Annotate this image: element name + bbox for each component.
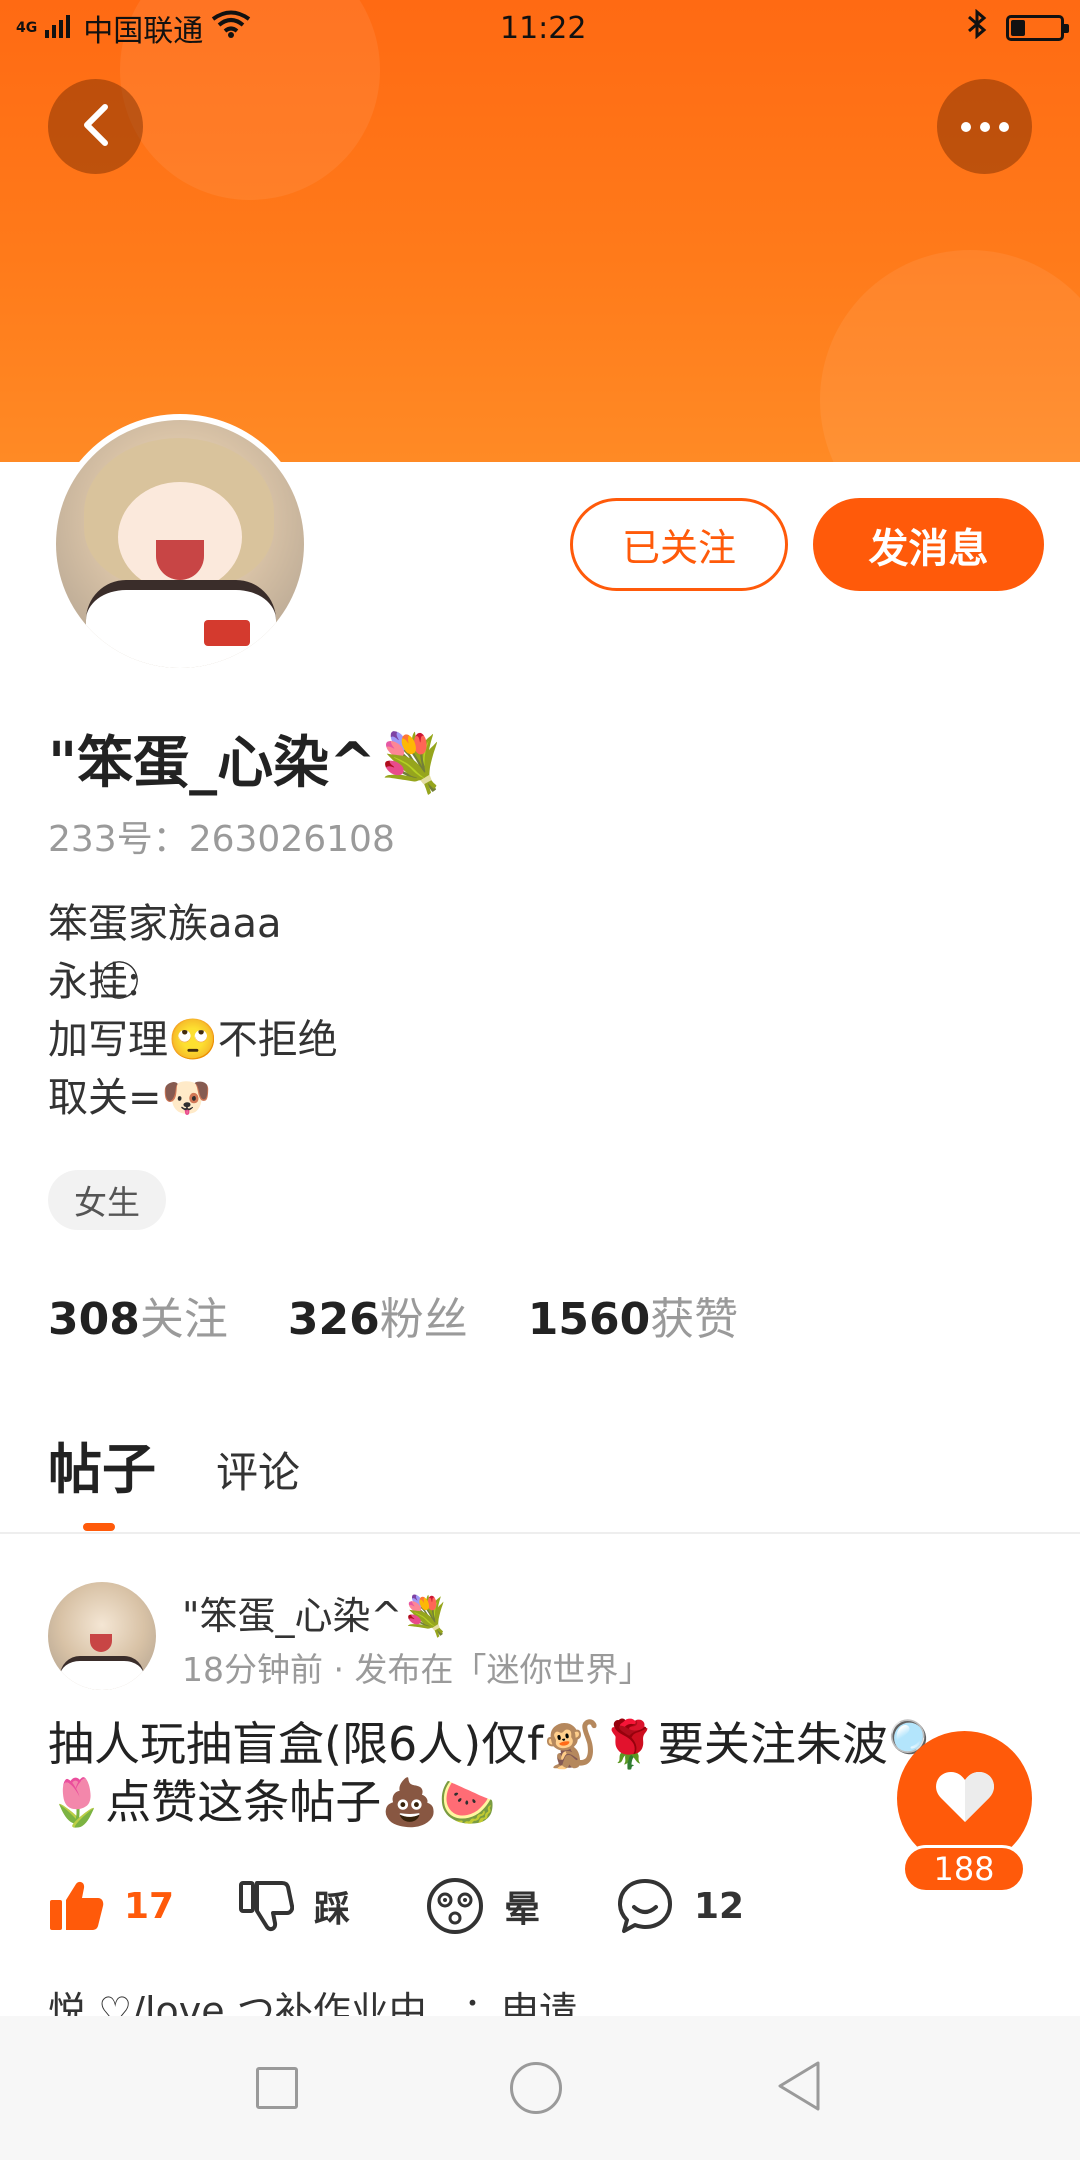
banner-decoration: [820, 250, 1080, 462]
like-button[interactable]: 17: [48, 1880, 238, 1932]
carrier-name: 中国联通: [83, 14, 204, 49]
following-label: 关注: [139, 1294, 228, 1345]
comment-button[interactable]: 12: [616, 1877, 744, 1935]
tab-posts[interactable]: 帖子: [48, 1425, 156, 1531]
comment-count: 12: [694, 1885, 745, 1927]
floating-like-count: 188: [902, 1845, 1026, 1893]
post-actions: 17 踩 晕 12: [48, 1877, 744, 1935]
bio-line: 取关=🐶: [48, 1075, 212, 1121]
tab-divider: [0, 1532, 1080, 1534]
chevron-left-icon: [79, 103, 113, 151]
profile-username: "笨蛋_心染^💐: [48, 731, 446, 796]
profile-banner: [0, 0, 1080, 462]
profile-stats: 308关注 326粉丝 1560获赞: [48, 1283, 738, 1347]
following-stat[interactable]: 308关注: [48, 1283, 228, 1347]
back-button[interactable]: [48, 79, 143, 174]
fans-count: 326: [287, 1294, 380, 1345]
tab-posts-label: 帖子: [48, 1438, 156, 1501]
post-meta: 18分钟前 · 发布在「迷你世界」: [182, 1650, 652, 1689]
back-triangle-button[interactable]: [774, 2059, 824, 2117]
fans-stat[interactable]: 326粉丝: [288, 1283, 468, 1347]
active-tab-indicator: [83, 1523, 115, 1531]
dizzy-face-icon: [426, 1877, 484, 1935]
avatar-image: [56, 420, 304, 668]
post-text-line: 🌷点赞这条帖子💩🍉: [48, 1775, 496, 1829]
fans-label: 粉丝: [379, 1294, 468, 1345]
post-author-name[interactable]: "笨蛋_心染^💐: [182, 1585, 450, 1640]
following-count: 308: [48, 1294, 140, 1345]
post-body[interactable]: 抽人玩抽盲盒(限6人)仅f🐒🌹要关注朱波🔍 🌷点赞这条帖子💩🍉: [48, 1715, 948, 1831]
followed-button[interactable]: 已关注: [570, 498, 788, 591]
profile-bio: 笨蛋家族aaa 永挂:⃝⃝ 加写理🙄不拒绝 取关=🐶: [48, 895, 338, 1127]
post-author-avatar[interactable]: [48, 1582, 156, 1690]
thumbs-down-icon: [238, 1880, 294, 1932]
likes-count: 1560: [527, 1294, 651, 1345]
signal-label: 4G: [16, 20, 38, 36]
profile-user-id: 233号：263026108: [48, 819, 395, 860]
tab-comments[interactable]: 评论: [216, 1439, 300, 1504]
battery-icon: [1006, 15, 1069, 41]
dislike-label: 踩: [314, 1889, 351, 1930]
gender-tag: 女生: [48, 1170, 166, 1230]
like-count: 17: [124, 1885, 175, 1927]
profile-avatar[interactable]: [50, 414, 310, 674]
dizzy-button[interactable]: 晕: [426, 1877, 616, 1935]
bio-line: 永挂:⃝⃝: [48, 959, 140, 1005]
recent-apps-button[interactable]: [256, 2067, 298, 2109]
bluetooth-icon: [966, 8, 988, 47]
comment-bubble-icon: [616, 1877, 674, 1935]
more-options-button[interactable]: [937, 79, 1032, 174]
profile-tabs: 帖子 评论: [48, 1425, 300, 1531]
thumbs-up-icon: [48, 1880, 104, 1932]
wifi-icon: [211, 10, 251, 46]
post-text-line: 抽人玩抽盲盒(限6人)仅f🐒🌹要关注朱波🔍: [48, 1717, 946, 1771]
bio-line: 笨蛋家族aaa: [48, 901, 282, 947]
heart-icon: [935, 1770, 995, 1828]
signal-icon: [45, 11, 75, 46]
more-dots-icon: [960, 121, 1009, 132]
home-button[interactable]: [510, 2062, 562, 2114]
status-bar: 4G 中国联通 11:22: [0, 0, 1080, 56]
send-message-button[interactable]: 发消息: [813, 498, 1044, 591]
dislike-button[interactable]: 踩: [238, 1880, 426, 1932]
dizzy-label: 晕: [504, 1889, 541, 1930]
clock: 11:22: [500, 10, 587, 46]
bio-line: 加写理🙄不拒绝: [48, 1017, 338, 1063]
likes-stat: 1560获赞: [528, 1283, 738, 1347]
likes-label: 获赞: [650, 1294, 739, 1345]
system-nav-bar: [0, 2016, 1080, 2160]
